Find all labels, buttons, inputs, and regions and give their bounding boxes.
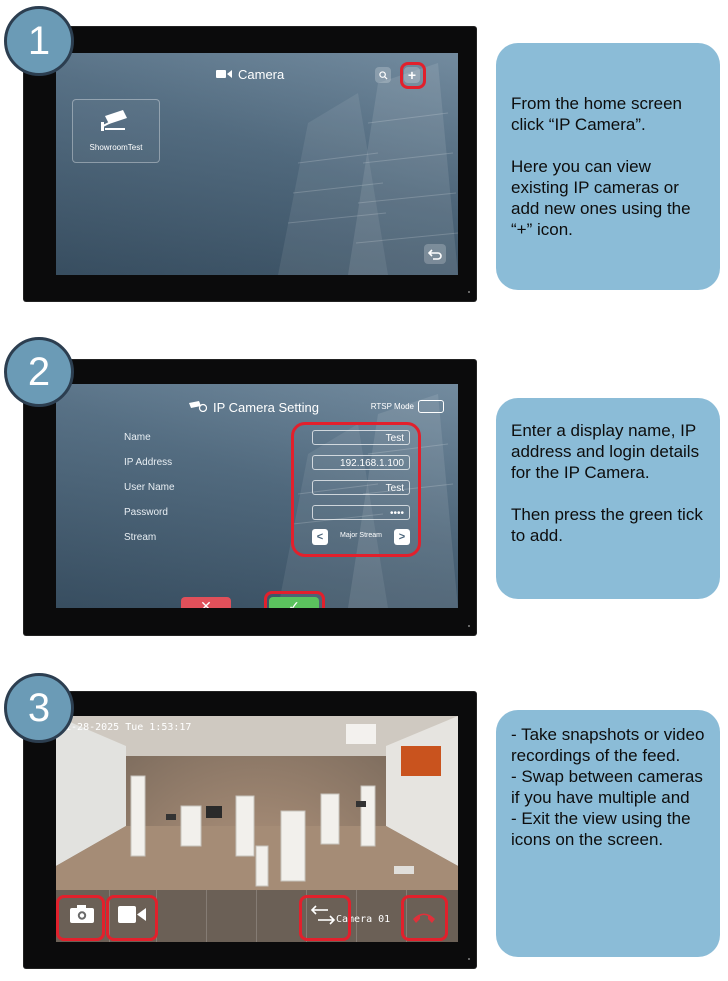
- field-label-user-name: User Name: [124, 482, 175, 493]
- search-icon: [378, 70, 388, 80]
- step-number-badge: 2: [4, 337, 74, 407]
- instruction-callout: Enter a display name, IP address and log…: [496, 398, 720, 599]
- device-frame-step-3: 01-28-2025 Tue 1:53:17 Camera 01: [24, 692, 476, 968]
- device-sensor: [468, 291, 470, 293]
- ip-camera-setting-screen: IP Camera Setting RTSP Mode Name Test IP…: [56, 384, 458, 608]
- close-icon: ✕: [200, 598, 212, 608]
- device-frame-step-1: Camera + ShowroomTest: [24, 27, 476, 301]
- timestamp-overlay: 01-28-2025 Tue 1:53:17: [59, 722, 192, 733]
- field-label-password: Password: [124, 507, 168, 518]
- bar-divider: [206, 890, 207, 942]
- rtsp-mode-control: RTSP Mode: [371, 400, 444, 413]
- camera-tile-label: ShowroomTest: [89, 143, 143, 152]
- screen-title-text: Camera: [238, 67, 285, 82]
- field-label-stream: Stream: [124, 532, 157, 543]
- record-highlight: [106, 895, 158, 941]
- instruction-callout: - Take snapshots or video recordings of …: [496, 710, 720, 957]
- back-button[interactable]: [424, 244, 446, 264]
- step-number-badge: 1: [4, 6, 74, 76]
- cancel-button[interactable]: ✕: [181, 597, 231, 608]
- add-button-highlight: [400, 62, 426, 89]
- ip-camera-icon: [189, 400, 208, 415]
- device-frame-step-2: IP Camera Setting RTSP Mode Name Test IP…: [24, 360, 476, 635]
- rtsp-mode-toggle[interactable]: [418, 400, 444, 413]
- cctv-camera-icon: [101, 110, 127, 131]
- screen-title: Camera: [216, 67, 284, 82]
- buildings-backdrop: [278, 63, 458, 275]
- screen-title: IP Camera Setting: [189, 400, 319, 415]
- form-fields-highlight: [291, 422, 421, 557]
- snapshot-highlight: [56, 895, 105, 941]
- instruction-callout: From the home screen click “IP Camera”. …: [496, 43, 720, 290]
- confirm-button-highlight: [264, 591, 325, 608]
- search-button[interactable]: [375, 67, 391, 83]
- camera-tile[interactable]: ShowroomTest: [72, 99, 160, 163]
- field-label-ip-address: IP Address: [124, 457, 173, 468]
- return-arrow-icon: [428, 248, 442, 260]
- field-label-name: Name: [124, 432, 151, 443]
- camera-list-screen: Camera + ShowroomTest: [56, 53, 458, 275]
- bar-divider: [256, 890, 257, 942]
- device-sensor: [468, 958, 470, 960]
- screen-title-text: IP Camera Setting: [213, 400, 319, 415]
- camera-live-view: 01-28-2025 Tue 1:53:17 Camera 01: [56, 716, 458, 942]
- swap-highlight: [299, 895, 351, 941]
- exit-highlight: [401, 895, 448, 941]
- device-sensor: [468, 625, 470, 627]
- video-camera-icon: [216, 67, 232, 82]
- rtsp-mode-label: RTSP Mode: [370, 402, 414, 411]
- step-number-badge: 3: [4, 673, 74, 743]
